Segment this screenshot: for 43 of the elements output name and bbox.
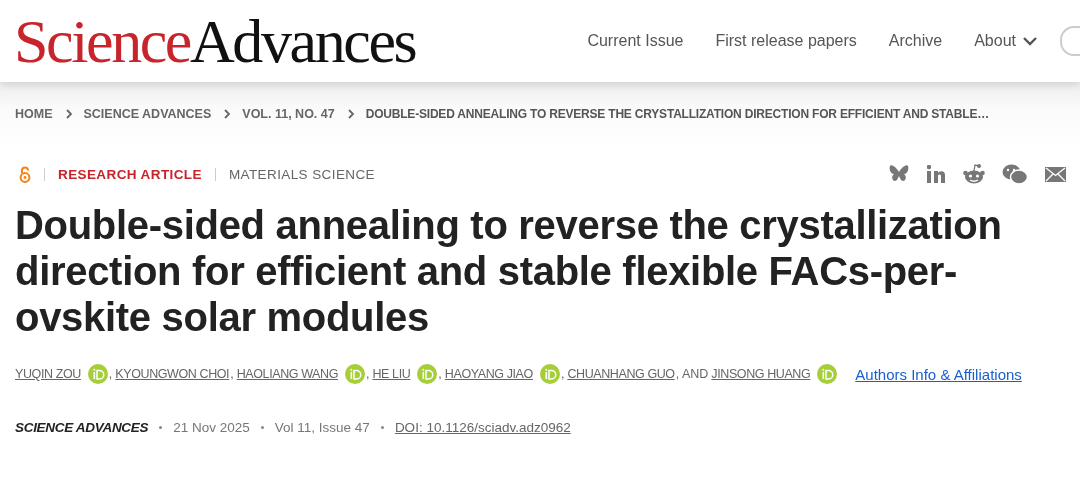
- author-link[interactable]: HAOLIANG WANG: [236, 367, 338, 381]
- chevron-right-icon: [223, 107, 232, 120]
- email-icon[interactable]: [1045, 166, 1066, 182]
- author-link[interactable]: HE LIU: [372, 367, 411, 381]
- orcid-icon[interactable]: [87, 364, 108, 384]
- nav-link[interactable]: Archive: [888, 32, 943, 50]
- author-link[interactable]: HAOYANG JIAO: [444, 367, 533, 381]
- publication-date: 21 Nov 2025: [173, 420, 250, 435]
- nav-link[interactable]: First release papers: [715, 32, 857, 50]
- nav-link[interactable]: Current Issue: [587, 32, 684, 50]
- chat-bubbles-icon[interactable]: [1002, 163, 1028, 185]
- breadcrumb-link[interactable]: VOL. 11, NO. 47: [242, 106, 335, 121]
- breadcrumb-link[interactable]: DOUBLE-SIDED ANNEALING TO REVERSE THE CRYSTALLIZATION DIRECTION FOR EFFICIENT AND STABLE…: [365, 106, 990, 121]
- chevron-right-icon: [64, 107, 73, 120]
- reddit-icon[interactable]: [963, 163, 985, 185]
- author-separator: ,: [438, 367, 442, 381]
- journal-name: SCIENCE ADVANCES: [15, 420, 149, 435]
- volume-issue: Vol 11, Issue 47: [274, 420, 370, 435]
- author-link[interactable]: JINSONG HUANG: [711, 367, 811, 381]
- chevron-right-icon: [346, 107, 355, 120]
- author-separator: ,: [560, 367, 565, 381]
- author-link[interactable]: KYOUNGWON CHOI: [115, 367, 230, 381]
- article-type: RESEARCH ARTICLE: [58, 166, 202, 182]
- article-subject[interactable]: MATERIALS SCIENCE: [228, 166, 375, 182]
- breadcrumb-link[interactable]: SCIENCE ADVANCES: [83, 106, 212, 121]
- breadcrumb-link[interactable]: HOME: [15, 106, 53, 121]
- linkedin-icon[interactable]: [927, 165, 946, 183]
- article-title: Double-sided annealing to reverse the crystallization direction for efficient and stable flexible FACs-per- ovskite solar modules: [15, 202, 1003, 340]
- author-link[interactable]: CHUANHANG GUO: [567, 367, 675, 381]
- orcid-icon[interactable]: [539, 364, 560, 384]
- site-logo[interactable]: ScienceAdvances: [14, 10, 416, 72]
- affiliations-link[interactable]: Authors Info & Affiliations: [855, 365, 1022, 383]
- author-separator: ,: [108, 367, 113, 381]
- author-separator: , AND: [675, 367, 709, 381]
- orcid-icon[interactable]: [345, 364, 365, 384]
- author-link[interactable]: YUQIN ZOU: [15, 367, 81, 381]
- nav-link[interactable]: About: [974, 32, 1038, 50]
- doi-link[interactable]: DOI: 10.1126/sciadv.adz0962: [394, 420, 571, 435]
- butterfly-icon[interactable]: [888, 164, 910, 184]
- orcid-icon[interactable]: [817, 364, 838, 384]
- author-separator: ,: [230, 367, 234, 381]
- author-separator: ,: [366, 367, 370, 381]
- orcid-icon[interactable]: [417, 364, 438, 384]
